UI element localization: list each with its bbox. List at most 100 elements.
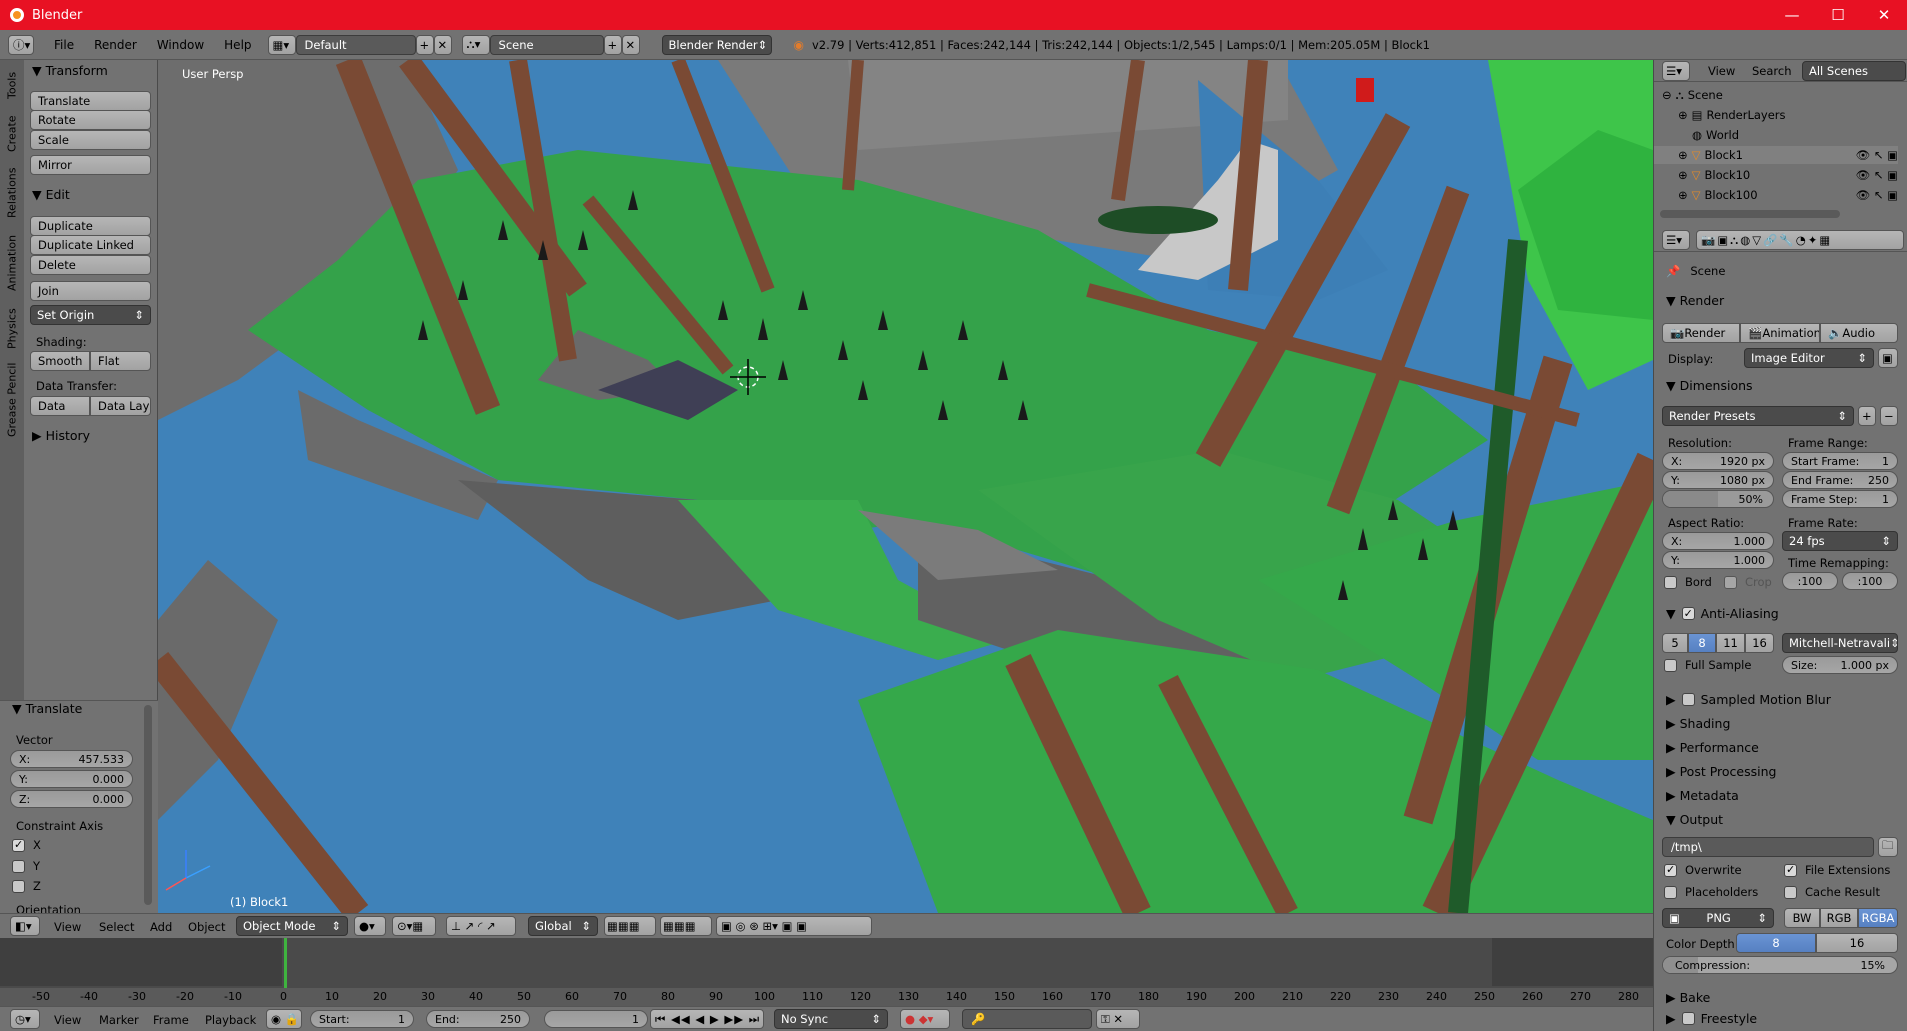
add-layout-icon[interactable]: + [415, 34, 434, 55]
aa-samples-8[interactable]: 8 [1688, 633, 1716, 653]
aa-samples-16[interactable]: 16 [1745, 633, 1774, 653]
checkbox-icon[interactable] [1681, 1012, 1695, 1025]
file-format-select[interactable]: ▣ PNG ⇕ [1662, 908, 1774, 928]
add-menu[interactable]: Add [150, 920, 172, 934]
vector-y-field[interactable]: Y: 0.000 [10, 770, 133, 788]
start-frame-field[interactable]: Start Frame: 1 [1782, 452, 1898, 470]
constraint-z-checkbox[interactable]: Z [12, 879, 41, 893]
flat-button[interactable]: Flat [90, 351, 151, 371]
manipulator-icons[interactable]: ⊥ ↗ ◜ ↗ [446, 916, 516, 936]
frame-menu[interactable]: Frame [153, 1013, 189, 1027]
post-processing-panel-header[interactable]: ▶ Post Processing [1666, 764, 1776, 779]
duplicate-linked-button[interactable]: Duplicate Linked [30, 235, 151, 255]
duplicate-button[interactable]: Duplicate [30, 216, 151, 236]
depth-8-button[interactable]: 8 [1736, 933, 1816, 953]
render-button[interactable]: 📷 Render [1662, 323, 1740, 343]
outliner-view-menu[interactable]: View [1708, 64, 1735, 78]
info-editor-type-button[interactable]: ⓘ▾ [8, 34, 34, 55]
menu-help[interactable]: Help [214, 38, 261, 52]
layout-icon[interactable]: ▦▾ [267, 34, 296, 55]
constraint-y-checkbox[interactable]: Y [12, 859, 40, 873]
outliner-scrollbar[interactable] [1660, 210, 1840, 218]
transform-panel-header[interactable]: ▼ Transform [32, 63, 108, 78]
remove-layout-icon[interactable]: ✕ [433, 34, 452, 55]
edit-panel-header[interactable]: ▼ Edit [32, 187, 70, 202]
outliner-item-world[interactable]: ◍ World [1692, 126, 1898, 144]
mirror-button[interactable]: Mirror [30, 155, 151, 175]
color-rgba-button[interactable]: RGBA [1858, 908, 1898, 928]
snap-render-icons[interactable]: ▣ ◎ ⊛ ⊞▾ ▣ ▣ [716, 916, 872, 936]
checkbox-icon[interactable] [1681, 693, 1695, 706]
current-frame-marker[interactable] [284, 938, 287, 990]
end-frame-field[interactable]: End Frame: 250 [1782, 471, 1898, 489]
output-path-field[interactable]: /tmp\ [1662, 837, 1874, 857]
color-bw-button[interactable]: BW [1784, 908, 1820, 928]
playback-menu[interactable]: Playback [205, 1013, 256, 1027]
constraint-x-checkbox[interactable]: X [12, 838, 41, 852]
outliner-editor-type-button[interactable]: ☰▾ [1662, 61, 1690, 81]
outliner-item-scene[interactable]: ⊖ ⛬ Scene [1662, 86, 1898, 104]
resolution-y-field[interactable]: Y: 1080 px [1662, 471, 1774, 489]
anti-aliasing-panel-header[interactable]: ▼ Anti-Aliasing [1666, 606, 1779, 621]
tab-create[interactable]: Create [3, 110, 21, 158]
scale-button[interactable]: Scale [30, 130, 151, 150]
render-panel-header[interactable]: ▼ Render [1666, 293, 1724, 308]
resolution-x-field[interactable]: X: 1920 px [1662, 452, 1774, 470]
menu-file[interactable]: File [44, 38, 84, 52]
layout-field[interactable]: Default [295, 34, 416, 55]
outliner-item-block1[interactable]: ⊕ ▽ Block1 👁 ↖ ▣ [1654, 146, 1898, 164]
bake-panel-header[interactable]: ▶ Bake [1666, 990, 1710, 1005]
translate-button[interactable]: Translate [30, 91, 151, 111]
render-presets-select[interactable]: Render Presets ⇕ [1662, 406, 1854, 426]
record-icon[interactable]: ● ◆▾ [900, 1009, 950, 1029]
lock-interface-icon[interactable]: ▣ [1878, 348, 1898, 368]
checkbox-checked-icon[interactable] [1681, 607, 1695, 620]
history-panel-header[interactable]: ▶ History [32, 428, 90, 443]
properties-context-tabs[interactable]: 📷▣⛬◍▽🔗🔧◔✦▦ [1696, 230, 1904, 250]
color-rgb-button[interactable]: RGB [1820, 908, 1858, 928]
layers-row-2-icon[interactable]: ▦▦▦ [660, 916, 712, 936]
audio-button[interactable]: 🔈 Audio [1820, 323, 1898, 343]
shading-panel-header[interactable]: ▶ Shading [1666, 716, 1730, 731]
keyframe-insert-icons[interactable]: ⚿ ✕ [1096, 1009, 1140, 1029]
tab-physics[interactable]: Physics [3, 302, 21, 356]
frame-step-field[interactable]: Frame Step: 1 [1782, 490, 1898, 508]
maximize-button[interactable]: ☐ [1815, 6, 1861, 24]
add-scene-icon[interactable]: + [603, 34, 622, 55]
rotate-button[interactable]: Rotate [30, 110, 151, 130]
pin-icon[interactable]: 📌 [1666, 264, 1680, 278]
delete-button[interactable]: Delete [30, 255, 151, 275]
outliner-item-renderlayers[interactable]: ⊕ ▤ RenderLayers [1678, 106, 1898, 124]
border-checkbox[interactable]: Bord [1664, 575, 1712, 589]
file-extensions-checkbox[interactable]: File Extensions [1784, 863, 1890, 877]
smooth-button[interactable]: Smooth [30, 351, 90, 371]
set-origin-select[interactable]: Set Origin ⇕ [30, 305, 151, 325]
performance-panel-header[interactable]: ▶ Performance [1666, 740, 1759, 755]
sync-select[interactable]: No Sync ⇕ [774, 1009, 888, 1029]
render-engine-select[interactable]: Blender Render ⇕ [661, 34, 772, 55]
vector-x-field[interactable]: X: 457.533 [10, 750, 133, 768]
aspect-x-field[interactable]: X: 1.000 [1662, 532, 1774, 550]
vector-z-field[interactable]: Z: 0.000 [10, 790, 133, 808]
visibility-icons[interactable]: 👁 ↖ ▣ [1856, 168, 1898, 182]
depth-16-button[interactable]: 16 [1816, 933, 1898, 953]
folder-icon[interactable]: 🗀 [1878, 837, 1898, 857]
tab-tools[interactable]: Tools [3, 64, 21, 106]
remove-scene-icon[interactable]: ✕ [621, 34, 640, 55]
orientation-select[interactable]: Global ⇕ [528, 916, 598, 936]
menu-render[interactable]: Render [84, 38, 147, 52]
resolution-percentage-slider[interactable]: 50% [1662, 490, 1774, 508]
remove-preset-icon[interactable]: − [1880, 406, 1898, 426]
select-menu[interactable]: Select [99, 920, 134, 934]
timeline-editor-type-button[interactable]: ◷▾ [10, 1009, 40, 1029]
output-panel-header[interactable]: ▼ Output [1666, 812, 1723, 827]
playback-controls[interactable]: ⏮ ◀◀ ◀ ▶ ▶▶ ⏭ [650, 1009, 764, 1029]
timeline-area[interactable]: -50 -40 -30 -20 -10 0 10 20 30 40 50 60 … [0, 938, 1653, 1006]
minimize-button[interactable]: — [1769, 6, 1815, 24]
filter-size-field[interactable]: Size: 1.000 px [1782, 656, 1898, 674]
data-button[interactable]: Data [30, 396, 90, 416]
end-frame-field[interactable]: End: 250 [426, 1010, 530, 1028]
frame-rate-select[interactable]: 24 fps ⇕ [1782, 531, 1898, 551]
visibility-icons[interactable]: 👁 ↖ ▣ [1856, 148, 1898, 162]
tab-grease-pencil[interactable]: Grease Pencil [3, 360, 21, 440]
